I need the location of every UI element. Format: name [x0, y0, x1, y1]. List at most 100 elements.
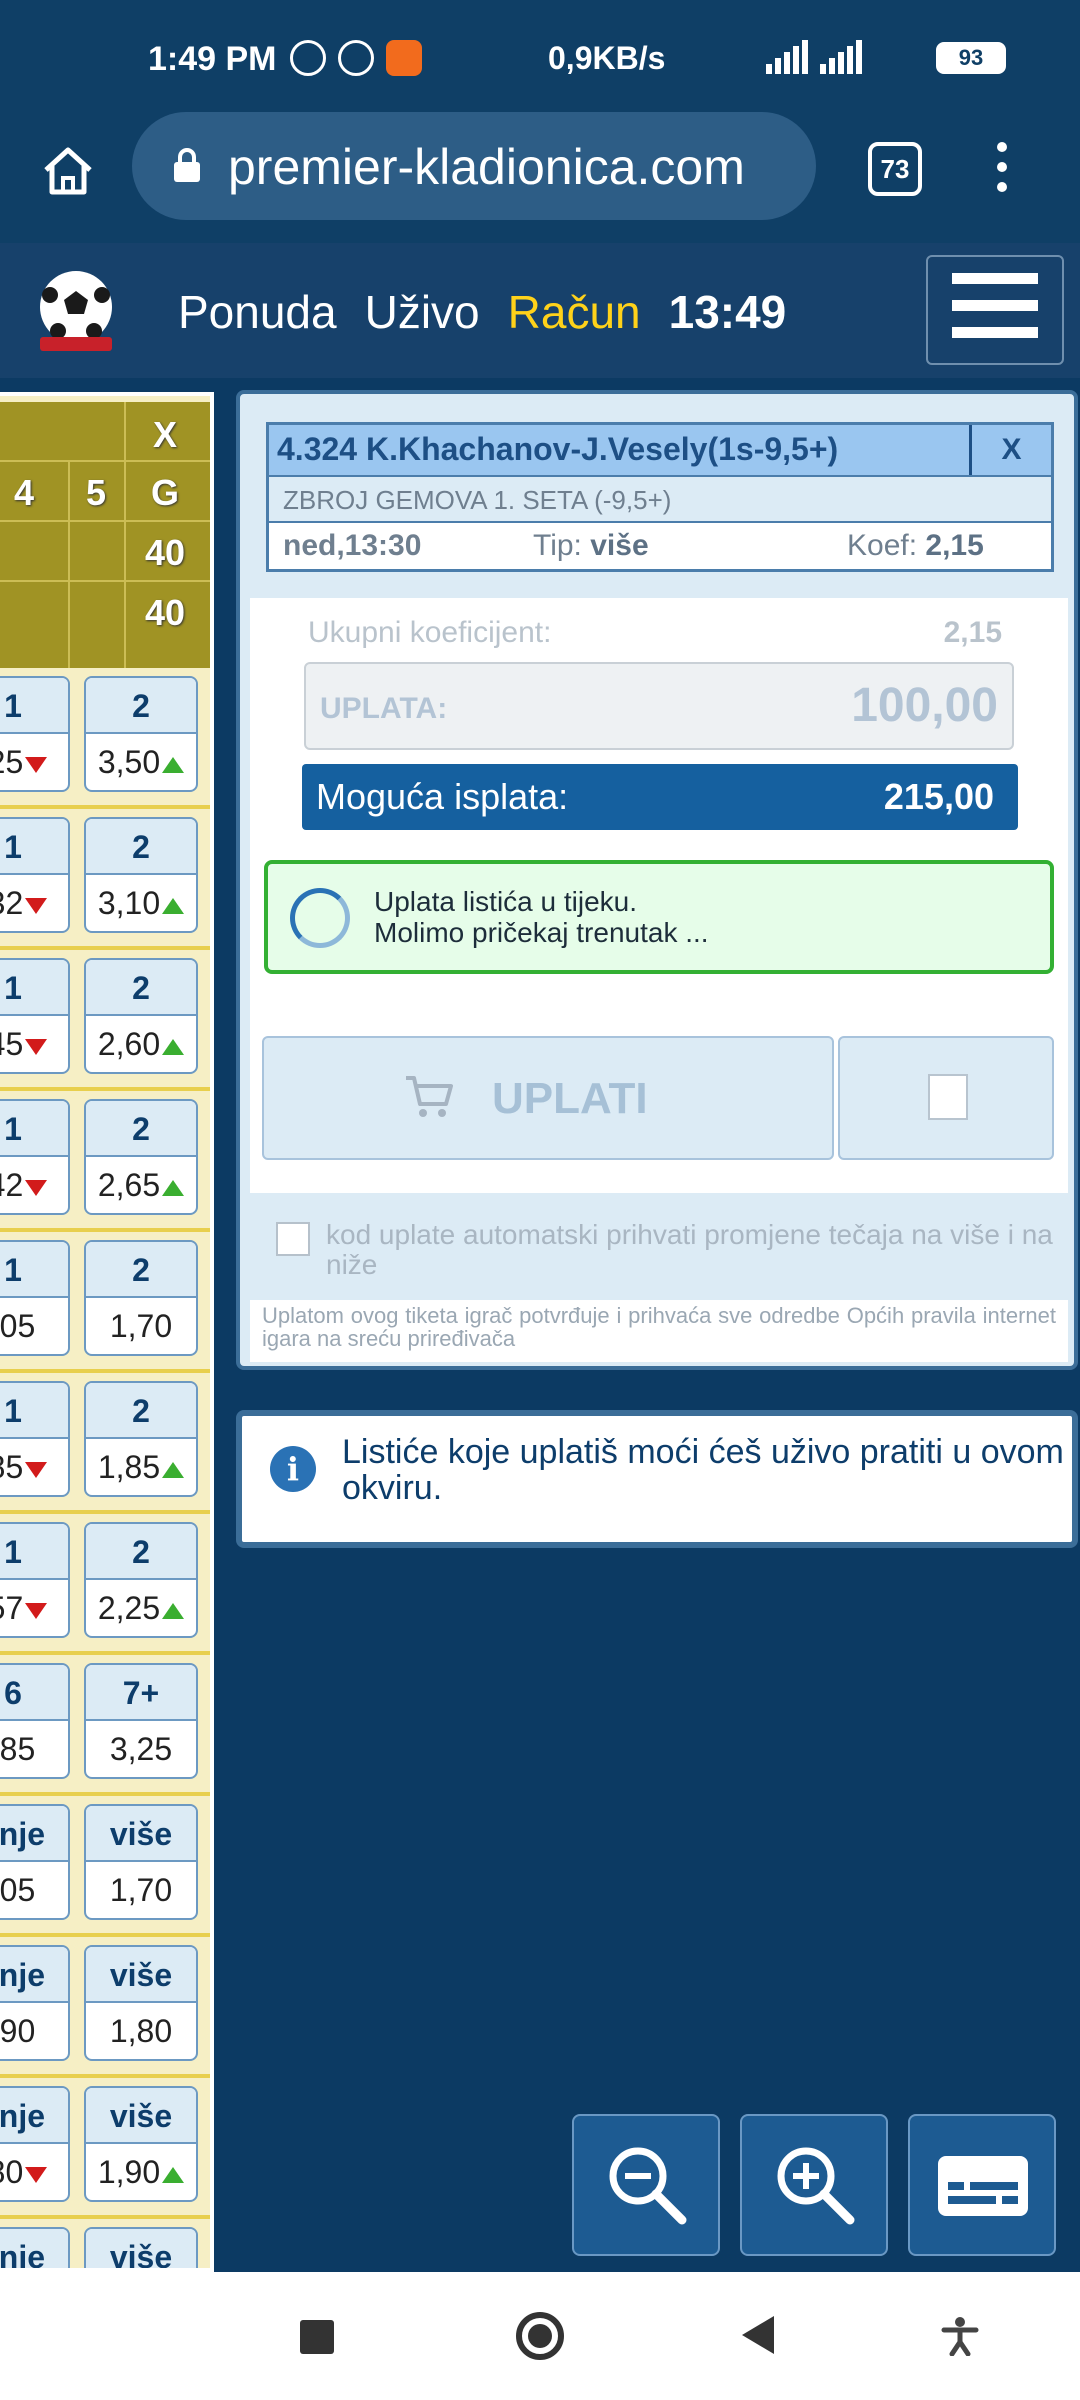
- betslip-panel: 4.324 K.Khachanov-J.Vesely(1s-9,5+) X ZB…: [236, 390, 1078, 1370]
- odds-row: anje ,90 više 1,80: [0, 1937, 210, 2078]
- payout-label: Moguća isplata:: [316, 776, 569, 817]
- signal-2-icon: [820, 40, 862, 74]
- odds-button[interactable]: 2 2,60: [84, 958, 198, 1074]
- stake-value: 100,00: [851, 679, 998, 732]
- submit-bet-button[interactable]: UPLATI: [262, 1036, 834, 1160]
- site-header: Ponuda Uživo Račun 13:49: [0, 243, 1080, 378]
- odds-button[interactable]: 7+ 3,25: [84, 1663, 198, 1779]
- zoom-in-button[interactable]: [740, 2114, 888, 2256]
- signal-1-icon: [766, 40, 808, 74]
- browser-menu-icon[interactable]: [992, 142, 1012, 202]
- progress-line2: Molimo pričekaj trenutak ...: [374, 917, 709, 948]
- odds-header: 1: [0, 960, 68, 1016]
- accessibility-icon[interactable]: [940, 2316, 980, 2356]
- odds-button[interactable]: 1,25: [0, 676, 70, 792]
- odds-value: ,05: [0, 1308, 36, 1344]
- odds-button[interactable]: 1,85: [0, 1381, 70, 1497]
- odds-up-icon: [162, 897, 185, 914]
- odds-header: 2: [86, 960, 196, 1016]
- odds-button[interactable]: anje: [0, 2227, 70, 2268]
- lock-icon: [174, 148, 200, 182]
- odds-value: ,90: [0, 2013, 36, 2049]
- odds-row: 1,5722,25: [0, 1514, 210, 1655]
- possible-payout: Moguća isplata: 215,00: [302, 764, 1018, 830]
- auto-accept-label: kod uplate automatski prihvati promjene …: [326, 1219, 1053, 1280]
- zoom-out-button[interactable]: [572, 2114, 720, 2256]
- document-button[interactable]: [838, 1036, 1054, 1160]
- address-bar[interactable]: premier-kladionica.com: [132, 112, 816, 220]
- remove-selection-button[interactable]: X: [969, 425, 1051, 475]
- odds-value: 2,25: [86, 1580, 196, 1636]
- odds-value: 1,70: [109, 1308, 173, 1344]
- submission-progress: Uplata listića u tijeku. Molimo pričekaj…: [264, 860, 1054, 974]
- odds-button[interactable]: 2 3,50: [84, 676, 198, 792]
- odds-header: 2: [86, 1524, 196, 1580]
- odds-up-icon: [162, 756, 185, 773]
- odds-down-icon: [25, 897, 48, 914]
- odds-button[interactable]: više 1,70: [84, 1804, 198, 1920]
- network-speed: 0,9KB/s: [548, 40, 666, 76]
- spinner-icon: [290, 888, 350, 948]
- odds-button[interactable]: anje ,05: [0, 1804, 70, 1920]
- odds-button[interactable]: 6,85: [0, 1663, 70, 1779]
- odds-value: 1,80: [109, 2013, 173, 2049]
- odds-panel: X 4 5 G 40 40 1,2523,501,3223,101,4522,6…: [0, 392, 214, 2272]
- odds-value: 2,65: [86, 1157, 196, 1213]
- odds-header: 2: [86, 678, 196, 734]
- odds-down-icon: [25, 2166, 48, 2183]
- stake-input[interactable]: UPLATA: 100,00: [304, 662, 1014, 750]
- nav-ponuda[interactable]: Ponuda: [178, 285, 337, 339]
- app-notification-icon: [290, 40, 326, 76]
- odds-down-icon: [25, 1179, 48, 1196]
- back-button[interactable]: [742, 2316, 774, 2354]
- odds-header: anje: [0, 2229, 68, 2268]
- odds-row: 6,857+3,25: [0, 1655, 210, 1796]
- odds-header: više: [86, 1947, 196, 2003]
- odds-button[interactable]: više 1,80: [84, 1945, 198, 2061]
- mi-app-icon: [386, 40, 422, 76]
- odds-button[interactable]: 1,42: [0, 1099, 70, 1215]
- odds-button[interactable]: 1,32: [0, 817, 70, 933]
- nav-racun[interactable]: Račun: [508, 285, 641, 339]
- odds-button[interactable]: 1,57: [0, 1522, 70, 1638]
- submit-bet-label: UPLATI: [492, 1074, 648, 1123]
- odds-row: anje,80više1,90: [0, 2078, 210, 2219]
- odds-value: 1,70: [109, 1872, 173, 1908]
- notification-icons: [290, 40, 422, 76]
- odds-header: 6: [0, 1665, 68, 1721]
- odds-button[interactable]: anje,80: [0, 2086, 70, 2202]
- odds-value: 1,90: [86, 2144, 196, 2200]
- odds-header: 1: [0, 678, 68, 734]
- odds-button[interactable]: više 1,90: [84, 2086, 198, 2202]
- odds-button[interactable]: 2 1,70: [84, 1240, 198, 1356]
- odds-button[interactable]: 2 1,85: [84, 1381, 198, 1497]
- scoreboard-col4: 4: [13, 472, 35, 513]
- main-nav: Ponuda Uživo Račun 13:49: [178, 285, 786, 339]
- odds-button[interactable]: 1,45: [0, 958, 70, 1074]
- hamburger-menu-icon[interactable]: [926, 255, 1064, 365]
- odds-button[interactable]: 2 3,10: [84, 817, 198, 933]
- odds-button[interactable]: anje ,90: [0, 1945, 70, 2061]
- odds-button[interactable]: više: [84, 2227, 198, 2268]
- odds-value: 3,25: [109, 1731, 173, 1767]
- odds-header: 7+: [86, 1665, 196, 1721]
- payout-value: 215,00: [883, 776, 994, 817]
- keyboard-button[interactable]: [908, 2114, 1056, 2256]
- odds-button[interactable]: 1,05: [0, 1240, 70, 1356]
- home-icon[interactable]: [40, 142, 96, 198]
- home-button[interactable]: [516, 2312, 564, 2360]
- document-icon: [928, 1074, 968, 1120]
- odds-header: anje: [0, 1947, 68, 2003]
- odds-button[interactable]: 2 2,25: [84, 1522, 198, 1638]
- odds-value: ,32: [0, 875, 68, 931]
- odds-header: anje: [0, 1806, 68, 1862]
- auto-accept-checkbox[interactable]: [276, 1222, 310, 1256]
- odds-value: ,85: [0, 1731, 36, 1767]
- recents-button[interactable]: [300, 2320, 334, 2354]
- odds-header: 1: [0, 1242, 68, 1298]
- nav-uzivo[interactable]: Uživo: [365, 285, 480, 339]
- site-logo[interactable]: [28, 265, 124, 361]
- odds-value: ,42: [0, 1157, 68, 1213]
- tab-switcher-button[interactable]: 73: [868, 142, 922, 196]
- odds-button[interactable]: 2 2,65: [84, 1099, 198, 1215]
